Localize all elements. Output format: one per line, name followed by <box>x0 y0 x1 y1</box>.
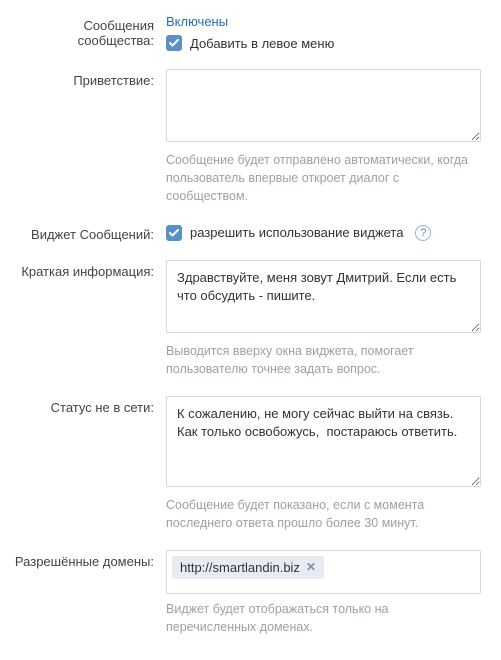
allow-widget-checkbox[interactable] <box>166 225 182 241</box>
domains-label: Разрешённые домены: <box>10 550 166 636</box>
offline-label: Статус не в сети: <box>10 396 166 532</box>
domain-tag-text: http://smartlandin.biz <box>180 560 300 575</box>
add-left-menu-checkbox[interactable] <box>166 35 182 51</box>
allow-widget-label: разрешить использование виджета <box>190 225 403 240</box>
messages-row: Сообщения сообщества: Включены Добавить … <box>10 14 491 51</box>
domains-input[interactable]: http://smartlandin.biz ✕ <box>166 550 481 594</box>
offline-row: Статус не в сети: Сообщение будет показа… <box>10 396 491 532</box>
domains-row: Разрешённые домены: http://smartlandin.b… <box>10 550 491 636</box>
greeting-label: Приветствие: <box>10 69 166 205</box>
offline-field: Сообщение будет показано, если с момента… <box>166 396 491 532</box>
short-info-textarea[interactable] <box>166 260 481 333</box>
greeting-field: Сообщение будет отправлено автоматически… <box>166 69 491 205</box>
widget-row: Виджет Сообщений: разрешить использовани… <box>10 223 491 242</box>
short-info-field: Выводится вверху окна виджета, помогает … <box>166 260 491 378</box>
check-icon <box>169 229 179 237</box>
greeting-row: Приветствие: Сообщение будет отправлено … <box>10 69 491 205</box>
widget-field: разрешить использование виджета ? <box>166 223 491 242</box>
add-left-menu-label: Добавить в левое меню <box>190 36 334 51</box>
offline-textarea[interactable] <box>166 396 481 487</box>
domain-tag: http://smartlandin.biz ✕ <box>172 556 324 579</box>
domains-hint: Виджет будет отображаться только на пере… <box>166 600 481 636</box>
help-icon[interactable]: ? <box>415 225 431 241</box>
domains-field: http://smartlandin.biz ✕ Виджет будет от… <box>166 550 491 636</box>
widget-label: Виджет Сообщений: <box>10 223 166 242</box>
messages-field: Включены Добавить в левое меню <box>166 14 491 51</box>
greeting-textarea[interactable] <box>166 69 481 142</box>
short-info-label: Краткая информация: <box>10 260 166 378</box>
messages-label: Сообщения сообщества: <box>10 14 166 51</box>
messages-status-link[interactable]: Включены <box>166 14 228 29</box>
short-info-row: Краткая информация: Выводится вверху окн… <box>10 260 491 378</box>
greeting-hint: Сообщение будет отправлено автоматически… <box>166 151 481 205</box>
short-info-hint: Выводится вверху окна виджета, помогает … <box>166 342 481 378</box>
remove-tag-icon[interactable]: ✕ <box>306 560 316 574</box>
check-icon <box>169 39 179 47</box>
offline-hint: Сообщение будет показано, если с момента… <box>166 496 481 532</box>
